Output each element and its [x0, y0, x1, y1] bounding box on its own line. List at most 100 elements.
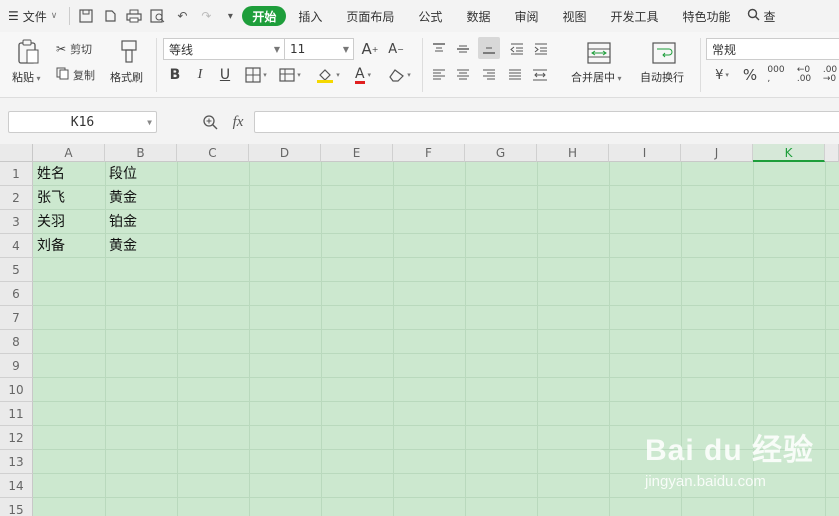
- gridline: [33, 377, 839, 378]
- italic-button[interactable]: I: [191, 65, 209, 85]
- tab-insert[interactable]: 插入: [286, 4, 334, 28]
- column-header-a[interactable]: A: [33, 144, 105, 162]
- row-header-4[interactable]: 4: [0, 234, 33, 258]
- decrease-font-icon[interactable]: A −: [386, 38, 406, 60]
- number-format-select[interactable]: 常规: [706, 38, 839, 60]
- row-header-13[interactable]: 13: [0, 450, 33, 474]
- align-right-icon[interactable]: [480, 66, 498, 84]
- wrap-text-icon[interactable]: [650, 40, 678, 66]
- name-box[interactable]: K16 ▼: [8, 111, 157, 133]
- align-top-icon[interactable]: [430, 40, 448, 58]
- print-icon[interactable]: [122, 4, 146, 28]
- copy-button[interactable]: 复制: [56, 66, 95, 84]
- wrap-text-label[interactable]: 自动换行: [640, 69, 684, 85]
- font-size-select[interactable]: 11 ▼: [284, 38, 354, 60]
- borders-icon[interactable]: ▾: [242, 65, 270, 85]
- redo-icon[interactable]: ↷: [194, 4, 218, 28]
- align-center-icon[interactable]: [454, 66, 472, 84]
- increase-font-icon[interactable]: A +: [360, 38, 380, 60]
- tab-view[interactable]: 视图: [550, 4, 598, 28]
- cut-button[interactable]: ✂ 剪切: [56, 40, 92, 58]
- column-header-j[interactable]: J: [681, 144, 753, 162]
- align-left-icon[interactable]: [430, 66, 448, 84]
- currency-icon[interactable]: ¥ ▾: [708, 65, 736, 85]
- distribute-icon[interactable]: [530, 66, 550, 84]
- paste-icon[interactable]: [14, 38, 42, 66]
- column-header-i[interactable]: I: [609, 144, 681, 162]
- paste-button[interactable]: 粘贴 ▾: [12, 69, 41, 85]
- font-name-select[interactable]: 等线 ▼: [163, 38, 285, 60]
- file-menu[interactable]: ☰ 文件 ∨: [0, 4, 65, 28]
- cell-b3[interactable]: 铂金: [105, 210, 177, 234]
- ribbon: 粘贴 ▾ ✂ 剪切 复制 格式刷 等线 ▼ 11 ▼ A + A − B I U ▾…: [0, 32, 839, 98]
- tab-developer[interactable]: 开发工具: [598, 4, 670, 28]
- column-header-e[interactable]: E: [321, 144, 393, 162]
- cell-a3[interactable]: 关羽: [33, 210, 105, 234]
- row-header-5[interactable]: 5: [0, 258, 33, 282]
- print-preview-icon[interactable]: [146, 4, 170, 28]
- tab-formulas[interactable]: 公式: [406, 4, 454, 28]
- cell-a2[interactable]: 张飞: [33, 186, 105, 210]
- row-header-9[interactable]: 9: [0, 354, 33, 378]
- row-header-7[interactable]: 7: [0, 306, 33, 330]
- copy-label: 复制: [73, 69, 95, 82]
- row-header-10[interactable]: 10: [0, 378, 33, 402]
- column-header-l[interactable]: [825, 144, 839, 162]
- tab-home[interactable]: 开始: [242, 6, 287, 26]
- merge-center-button[interactable]: 合并居中 ▾: [571, 69, 622, 85]
- select-all-corner[interactable]: [0, 144, 33, 162]
- bold-button[interactable]: B: [166, 65, 184, 85]
- search-button[interactable]: 查: [743, 4, 784, 28]
- baidu-watermark: Bai du 经验 jingyan.baidu.com: [645, 425, 815, 495]
- insert-function-button[interactable]: fx: [228, 113, 248, 131]
- underline-button[interactable]: U: [216, 65, 234, 85]
- justify-icon[interactable]: [506, 66, 524, 84]
- column-header-h[interactable]: H: [537, 144, 609, 162]
- percent-button[interactable]: %: [740, 65, 760, 85]
- row-header-11[interactable]: 11: [0, 402, 33, 426]
- quick-access-dropdown-icon[interactable]: ▾: [218, 4, 242, 28]
- row-header-6[interactable]: 6: [0, 282, 33, 306]
- save-icon[interactable]: [74, 4, 98, 28]
- cell-b2[interactable]: 黄金: [105, 186, 177, 210]
- tab-data[interactable]: 数据: [454, 4, 502, 28]
- align-middle-icon[interactable]: [454, 40, 472, 58]
- cell-a4[interactable]: 刘备: [33, 234, 105, 258]
- format-painter-icon[interactable]: [116, 38, 142, 66]
- row-header-1[interactable]: 1: [0, 162, 33, 186]
- clear-icon[interactable]: ▾: [386, 65, 414, 85]
- increase-indent-icon[interactable]: [532, 40, 550, 58]
- column-header-g[interactable]: G: [465, 144, 537, 162]
- tab-page-layout[interactable]: 页面布局: [334, 4, 406, 28]
- cell-style-icon[interactable]: ▾: [276, 65, 304, 85]
- export-icon[interactable]: [98, 4, 122, 28]
- increase-decimal-icon[interactable]: ←0.00: [794, 65, 814, 85]
- cell-a1[interactable]: 姓名: [33, 162, 105, 186]
- fill-color-icon[interactable]: ▾: [313, 65, 343, 85]
- row-header-2[interactable]: 2: [0, 186, 33, 210]
- row-header-12[interactable]: 12: [0, 426, 33, 450]
- row-header-3[interactable]: 3: [0, 210, 33, 234]
- align-bottom-icon[interactable]: [478, 37, 500, 59]
- merge-center-icon[interactable]: [585, 40, 613, 66]
- tab-review[interactable]: 审阅: [502, 4, 550, 28]
- formula-input[interactable]: [254, 111, 839, 133]
- undo-icon[interactable]: ↶: [170, 4, 194, 28]
- column-header-k[interactable]: K: [753, 144, 825, 162]
- column-header-b[interactable]: B: [105, 144, 177, 162]
- zoom-search-icon[interactable]: [200, 113, 220, 131]
- thousands-separator-icon[interactable]: 000,: [766, 65, 786, 85]
- row-header-14[interactable]: 14: [0, 474, 33, 498]
- font-color-icon[interactable]: A ▾: [349, 65, 377, 85]
- tab-special-features[interactable]: 特色功能: [671, 4, 743, 28]
- row-header-8[interactable]: 8: [0, 330, 33, 354]
- format-painter-label[interactable]: 格式刷: [110, 69, 143, 85]
- cell-b1[interactable]: 段位: [105, 162, 177, 186]
- column-header-d[interactable]: D: [249, 144, 321, 162]
- cell-b4[interactable]: 黄金: [105, 234, 177, 258]
- decrease-decimal-icon[interactable]: .00 →0: [820, 65, 839, 85]
- column-header-f[interactable]: F: [393, 144, 465, 162]
- column-header-c[interactable]: C: [177, 144, 249, 162]
- row-header-15[interactable]: 15: [0, 498, 33, 516]
- decrease-indent-icon[interactable]: [508, 40, 526, 58]
